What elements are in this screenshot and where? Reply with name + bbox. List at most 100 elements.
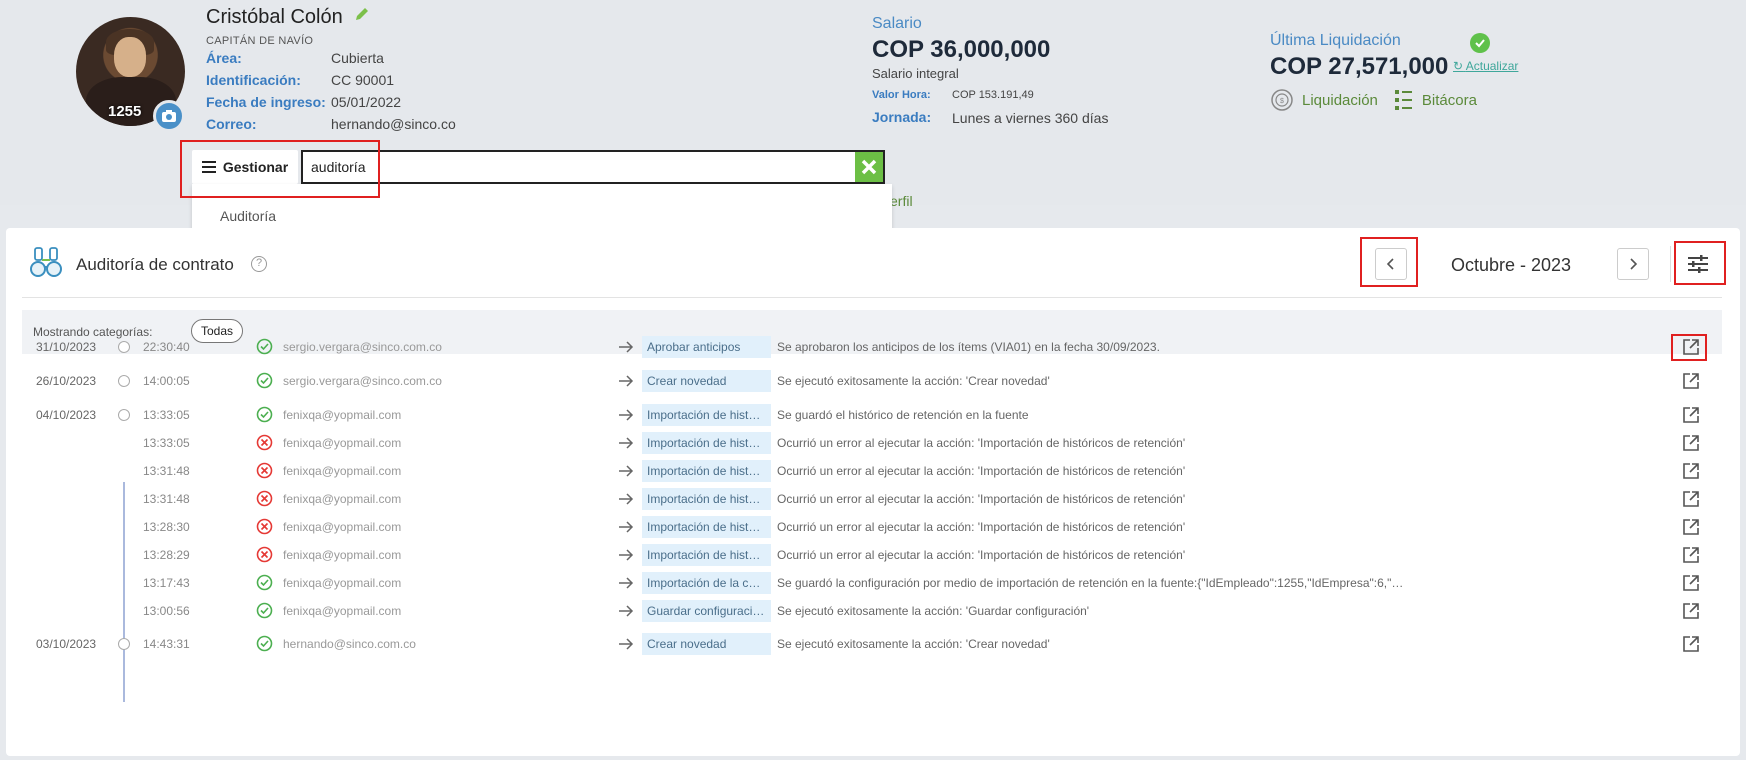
table-row[interactable]: 03/10/2023 14:43:31 hernando@sinco.com.co C… — [6, 632, 1740, 656]
open-external-icon[interactable] — [1682, 546, 1700, 564]
table-row[interactable]: 04/10/2023 13:33:05 fenixqa@yopmail.com Imp… — [6, 403, 1740, 427]
arrow-right-icon — [619, 577, 634, 589]
success-check-icon — [256, 574, 273, 591]
profile-tab[interactable]: erfil — [890, 193, 913, 209]
open-external-icon[interactable] — [1682, 406, 1700, 424]
table-row[interactable]: 31/10/2023 22:30:40 sergio.vergara@sinco.c… — [6, 335, 1740, 359]
row-category: Importación de hist… — [642, 516, 771, 538]
help-icon[interactable]: ? — [251, 256, 267, 272]
arrow-right-icon — [619, 493, 634, 505]
row-date: 04/10/2023 — [36, 408, 97, 422]
update-link[interactable]: ↻ Actualizar — [1453, 59, 1518, 73]
close-icon[interactable] — [855, 150, 885, 184]
row-description: Ocurrió un error al ejecutar la acción: … — [777, 520, 1186, 534]
row-description: Se guardó la configuración por medio de … — [777, 576, 1404, 590]
list-icon — [1394, 90, 1412, 110]
table-row[interactable]: 26/10/2023 14:00:05 sergio.vergara@sinco.c… — [6, 369, 1740, 393]
arrow-right-icon — [619, 341, 634, 353]
arrow-right-icon — [619, 521, 634, 533]
open-external-icon[interactable] — [1682, 602, 1700, 620]
table-row[interactable]: 13:28:30 fenixqa@yopmail.com Importación d… — [6, 515, 1740, 539]
arrow-right-icon — [619, 409, 634, 421]
open-external-icon[interactable] — [1682, 518, 1700, 536]
row-description: Se ejecutó exitosamente la acción: 'Guar… — [777, 604, 1090, 618]
next-month-button[interactable] — [1617, 248, 1649, 280]
open-external-icon[interactable] — [1682, 490, 1700, 508]
arrow-right-icon — [619, 605, 634, 617]
row-time: 13:33:05 — [143, 436, 190, 450]
timeline-dot-icon — [118, 409, 130, 421]
table-row[interactable]: 13:17:43 fenixqa@yopmail.com Importación d… — [6, 571, 1740, 595]
employee-name: Cristóbal Colón — [206, 6, 343, 28]
table-row[interactable]: 13:28:29 fenixqa@yopmail.com Importación d… — [6, 543, 1740, 567]
row-user: fenixqa@yopmail.com — [283, 548, 402, 562]
dropdown-option-audit[interactable]: Auditoría — [220, 208, 276, 224]
row-category: Importación de hist… — [642, 404, 771, 426]
row-time: 22:30:40 — [143, 340, 190, 354]
row-time: 14:00:05 — [143, 374, 190, 388]
row-description: Ocurrió un error al ejecutar la acción: … — [777, 548, 1186, 562]
row-category: Aprobar anticipos — [642, 336, 771, 358]
row-user: fenixqa@yopmail.com — [283, 492, 402, 506]
arrow-right-icon — [619, 465, 634, 477]
camera-icon[interactable] — [153, 100, 185, 132]
row-category: Crear novedad — [642, 370, 771, 392]
timeline-dot-icon — [118, 375, 130, 387]
arrow-right-icon — [619, 638, 634, 650]
refresh-icon: ↻ — [1453, 59, 1464, 73]
salary-type: Salario integral — [872, 66, 959, 81]
settlement-title: Última Liquidación — [1270, 32, 1401, 49]
check-icon — [1470, 33, 1490, 53]
table-row[interactable]: 13:31:48 fenixqa@yopmail.com Importación d… — [6, 487, 1740, 511]
schedule-value: Lunes a viernes 360 días — [952, 110, 1109, 126]
arrow-right-icon — [619, 549, 634, 561]
open-external-icon[interactable] — [1682, 635, 1700, 653]
employee-role: CAPITÁN DE NAVÍO — [206, 35, 314, 47]
hour-value: COP 153.191,49 — [952, 89, 1034, 101]
row-user: fenixqa@yopmail.com — [283, 464, 402, 478]
divider — [22, 297, 1722, 298]
open-external-icon[interactable] — [1682, 372, 1700, 390]
row-date: 03/10/2023 — [36, 637, 97, 651]
row-description: Se guardó el histórico de retención en l… — [777, 408, 1029, 422]
edit-pencil-icon[interactable] — [353, 5, 371, 23]
row-date: 31/10/2023 — [36, 340, 97, 354]
divider — [1670, 246, 1671, 282]
highlight-box — [1674, 241, 1726, 285]
open-external-icon[interactable] — [1682, 574, 1700, 592]
highlight-box — [180, 140, 380, 198]
employee-number: 1255 — [108, 103, 142, 120]
table-row[interactable]: 13:00:56 fenixqa@yopmail.com Guardar confi… — [6, 599, 1740, 623]
binoculars-icon — [30, 247, 62, 277]
search-input[interactable] — [301, 150, 855, 184]
row-user: hernando@sinco.com.co — [283, 637, 416, 651]
row-category: Crear novedad — [642, 633, 771, 655]
money-icon: $ — [1271, 89, 1293, 111]
success-check-icon — [256, 635, 273, 652]
settlement-link[interactable]: $ Liquidación — [1270, 88, 1378, 112]
svg-text:$: $ — [1280, 98, 1284, 105]
settlement-links: $ Liquidación Bitácora — [1270, 88, 1493, 112]
settlement-value: COP 27,571,000 — [1270, 53, 1449, 80]
row-user: fenixqa@yopmail.com — [283, 604, 402, 618]
error-x-icon — [256, 490, 273, 507]
panel-title: Auditoría de contrato — [76, 255, 234, 274]
table-row[interactable]: 13:31:48 fenixqa@yopmail.com Importación d… — [6, 459, 1740, 483]
row-description: Se aprobaron los anticipos de los ítems … — [777, 340, 1160, 354]
error-x-icon — [256, 434, 273, 451]
open-external-icon[interactable] — [1682, 434, 1700, 452]
row-category: Guardar configuraci… — [642, 600, 771, 622]
table-row[interactable]: 13:33:05 fenixqa@yopmail.com Importación d… — [6, 431, 1740, 455]
row-description: Ocurrió un error al ejecutar la acción: … — [777, 492, 1186, 506]
row-category: Importación de hist… — [642, 544, 771, 566]
row-category: Importación de hist… — [642, 432, 771, 454]
row-time: 14:43:31 — [143, 637, 190, 651]
row-time: 13:31:48 — [143, 464, 190, 478]
row-description: Se ejecutó exitosamente la acción: 'Crea… — [777, 374, 1050, 388]
open-external-icon[interactable] — [1682, 462, 1700, 480]
highlight-box — [1360, 237, 1418, 287]
log-link[interactable]: Bitácora — [1394, 89, 1477, 111]
success-check-icon — [256, 406, 273, 423]
timeline-dot-icon — [118, 638, 130, 650]
row-user: fenixqa@yopmail.com — [283, 520, 402, 534]
